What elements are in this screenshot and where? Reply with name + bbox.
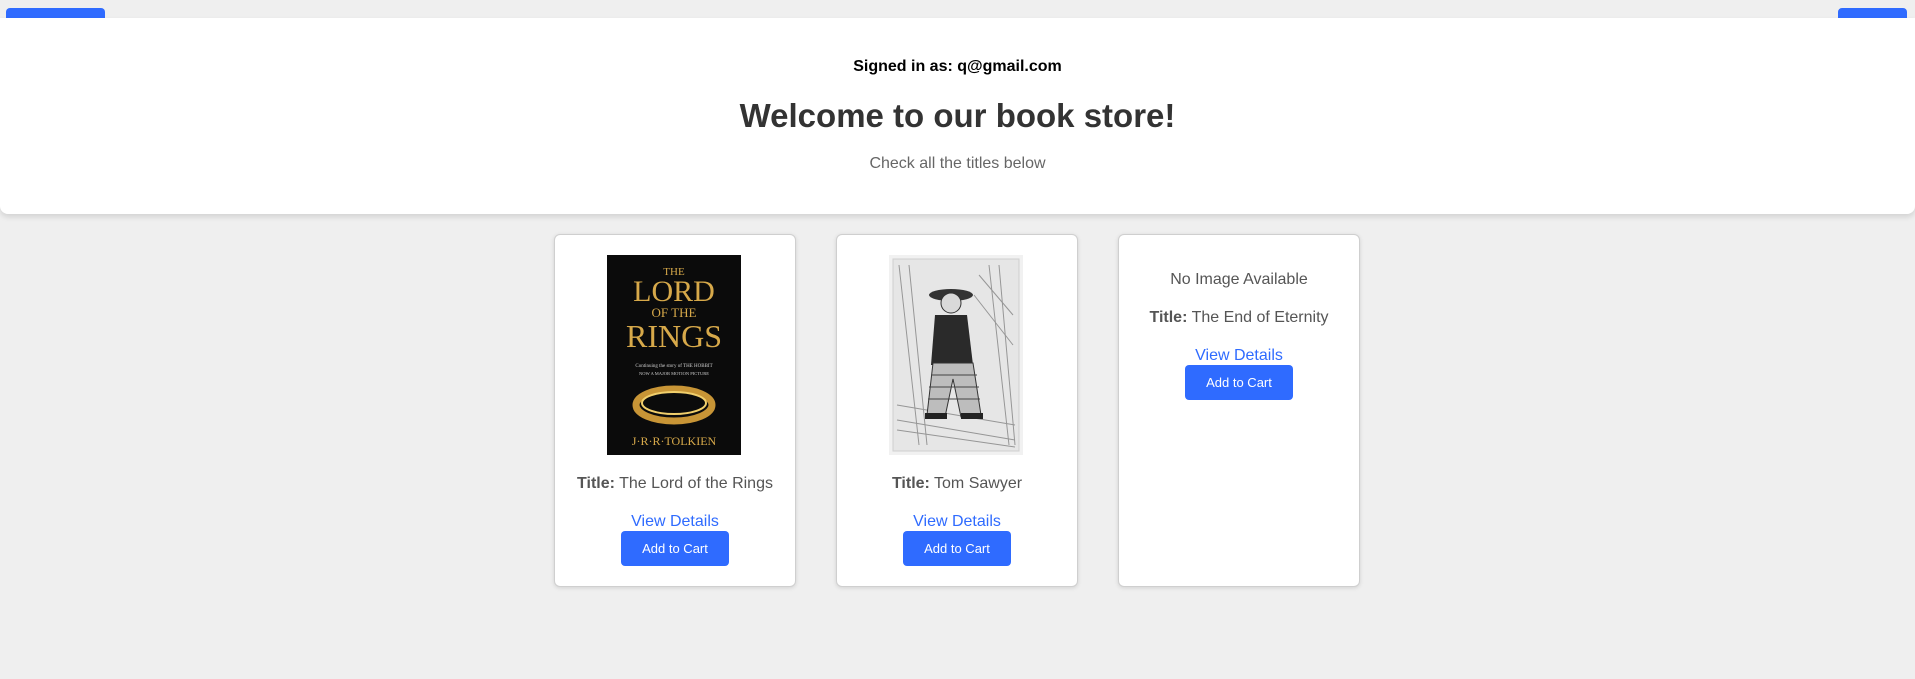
book-card: THE LORD OF THE RINGS Continuing the sto… — [554, 234, 796, 587]
svg-text:LORD: LORD — [633, 275, 715, 308]
book-title: Title: The Lord of the Rings — [555, 475, 795, 493]
book-title: Title: The End of Eternity — [1119, 309, 1359, 327]
book-title-value: The Lord of the Rings — [619, 475, 773, 492]
signed-in-label: Signed in as: q@gmail.com — [853, 58, 1062, 75]
page-subtitle: Check all the titles below — [869, 155, 1046, 172]
book-card: Title: Tom Sawyer View Details Add to Ca… — [836, 234, 1078, 587]
book-title-value: The End of Eternity — [1191, 309, 1329, 326]
book-title-label: Title: — [577, 475, 615, 492]
page-header: Signed in as: q@gmail.com Welcome to our… — [0, 18, 1915, 214]
page-title: Welcome to our book store! — [739, 97, 1176, 134]
add-to-cart-button[interactable]: Add to Cart — [903, 531, 1011, 566]
book-card: No Image Available Title: The End of Ete… — [1118, 234, 1360, 587]
book-cover-tom-sawyer — [889, 255, 1023, 455]
svg-text:Continuing the story of THE HO: Continuing the story of THE HOBBIT — [635, 364, 712, 369]
book-title-label: Title: — [891, 475, 930, 492]
view-details-link[interactable]: View Details — [1119, 347, 1359, 365]
add-to-cart-button[interactable]: Add to Cart — [621, 531, 729, 566]
view-details-link[interactable]: View Details — [555, 513, 795, 531]
no-image-placeholder: No Image Available — [1170, 271, 1308, 288]
add-to-cart-button[interactable]: Add to Cart — [1185, 365, 1293, 400]
book-title-value: Tom Sawyer — [934, 475, 1023, 492]
book-cover-lotr: THE LORD OF THE RINGS Continuing the sto… — [607, 255, 741, 455]
book-title: Title: Tom Sawyer — [837, 475, 1077, 493]
svg-text:RINGS: RINGS — [626, 318, 722, 354]
view-details-link[interactable]: View Details — [837, 513, 1077, 531]
svg-text:J·R·R·TOLKIEN: J·R·R·TOLKIEN — [632, 434, 717, 448]
book-title-label: Title: — [1149, 309, 1188, 326]
svg-text:NOW A MAJOR MOTION PICTURE: NOW A MAJOR MOTION PICTURE — [639, 371, 709, 376]
